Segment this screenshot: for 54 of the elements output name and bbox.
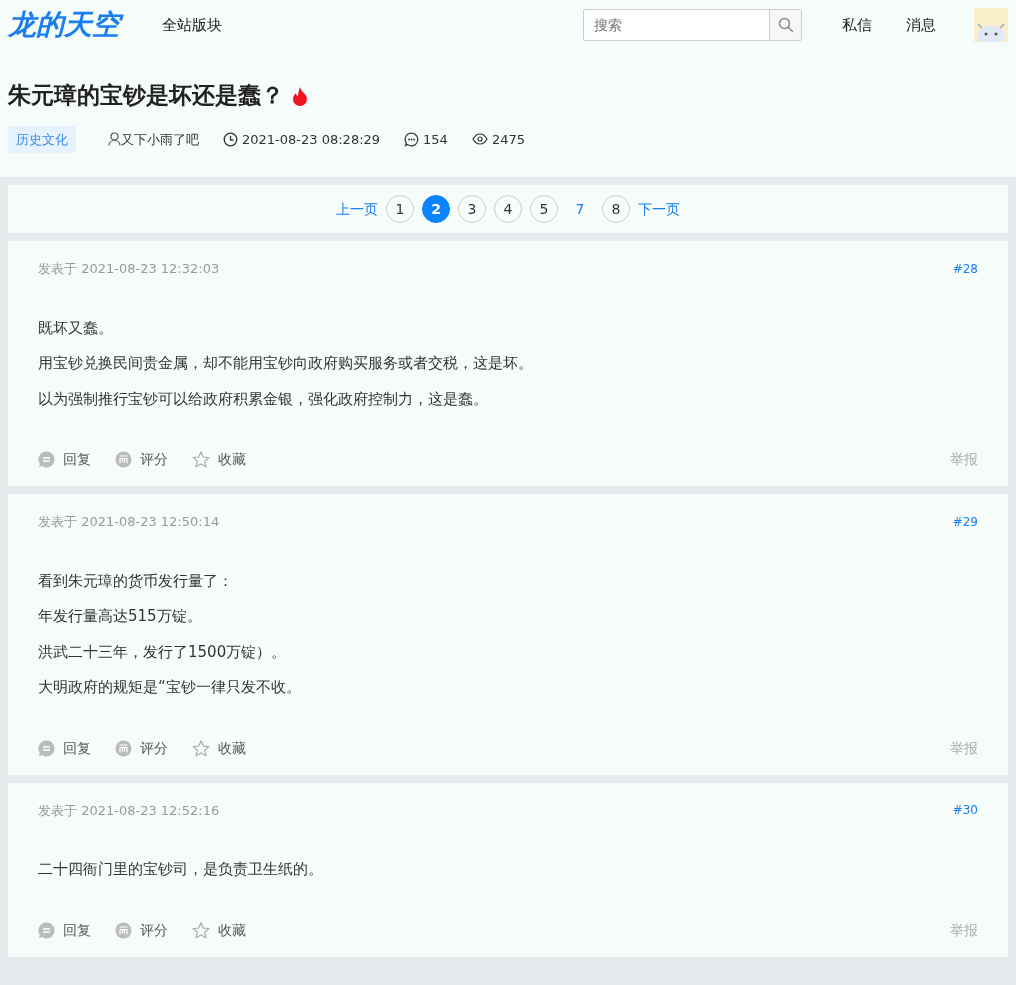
search-field[interactable]: 搜索 [583, 9, 802, 41]
post-text: 看到朱元璋的货币发行量了： [38, 570, 234, 592]
coin-icon [115, 739, 132, 757]
speech-bubble-icon [38, 451, 55, 469]
post-text: 既坏又蠢。 [38, 317, 114, 339]
post-text: 用宝钞兑换民间贵金属，却不能用宝钞向政府购买服务或者交税，这是坏。 [38, 353, 534, 375]
action-link[interactable]: 评分 [115, 737, 168, 759]
nav-link[interactable]: 消息 [906, 13, 936, 37]
page-link[interactable]: 2 [422, 195, 450, 224]
reply-count: 154 [423, 130, 448, 149]
speech-bubble-icon [38, 921, 55, 939]
star-icon [192, 739, 210, 757]
post-time: 发表于 2021-08-23 12:32:03 [38, 260, 220, 279]
coin-icon [115, 451, 132, 469]
nav-link[interactable]: 私信 [842, 13, 872, 37]
action-link[interactable]: 回复 [38, 737, 91, 759]
next-page-link[interactable]: 下一页 [638, 198, 680, 220]
page-link[interactable]: 7 [566, 195, 594, 224]
action-link[interactable]: 评分 [115, 919, 168, 941]
floor-link[interactable]: #29 [952, 512, 978, 531]
site-logo[interactable]: 龙的天空 [8, 6, 124, 44]
action-link[interactable]: 收藏 [192, 919, 246, 941]
action-link[interactable]: 收藏 [192, 449, 246, 471]
star-icon [192, 921, 210, 939]
nav-link[interactable]: 全站版块 [162, 13, 222, 37]
coin-icon [115, 921, 132, 939]
action-link[interactable]: 评分 [115, 449, 168, 471]
post-text: 二十四衙门里的宝钞司，是负责卫生纸的。 [38, 859, 324, 881]
post-text: 大明政府的规矩是“宝钞一律只发不收。 [38, 677, 302, 699]
post-text: 年发行量高达515万锭。 [38, 606, 203, 628]
prev-page-link[interactable]: 上一页 [336, 198, 378, 220]
view-count: 2475 [491, 130, 525, 149]
post-time: 发表于 2021-08-23 12:50:14 [38, 513, 220, 532]
star-icon [192, 451, 210, 469]
post-time: 2021-08-23 08:28:29 [242, 130, 381, 149]
author-name[interactable]: 又下小雨了吧 [121, 129, 199, 150]
search-icon [777, 17, 794, 33]
action-link[interactable]: 回复 [38, 449, 91, 471]
floor-link[interactable]: #30 [952, 801, 978, 820]
floor-link[interactable]: #28 [952, 259, 978, 278]
post-text: 以为强制推行宝钞可以给政府积累金银，强化政府控制力，这是蠢。 [38, 388, 489, 410]
thread-title: 朱元璋的宝钞是坏还是蠢？ [8, 82, 284, 110]
comment-icon [404, 131, 420, 147]
clock-icon [223, 131, 238, 147]
post-text: 洪武二十三年，发行了1500万锭）。 [38, 641, 288, 663]
action-link[interactable]: 回复 [38, 919, 91, 941]
search-button[interactable] [769, 10, 801, 40]
avatar-icon[interactable] [974, 8, 1008, 42]
speech-bubble-icon [38, 739, 55, 757]
post-time: 发表于 2021-08-23 12:52:16 [38, 801, 220, 820]
eye-icon [471, 133, 488, 146]
user-icon [108, 132, 121, 147]
search-input[interactable]: 搜索 [584, 10, 769, 40]
action-link[interactable]: 收藏 [192, 737, 246, 759]
